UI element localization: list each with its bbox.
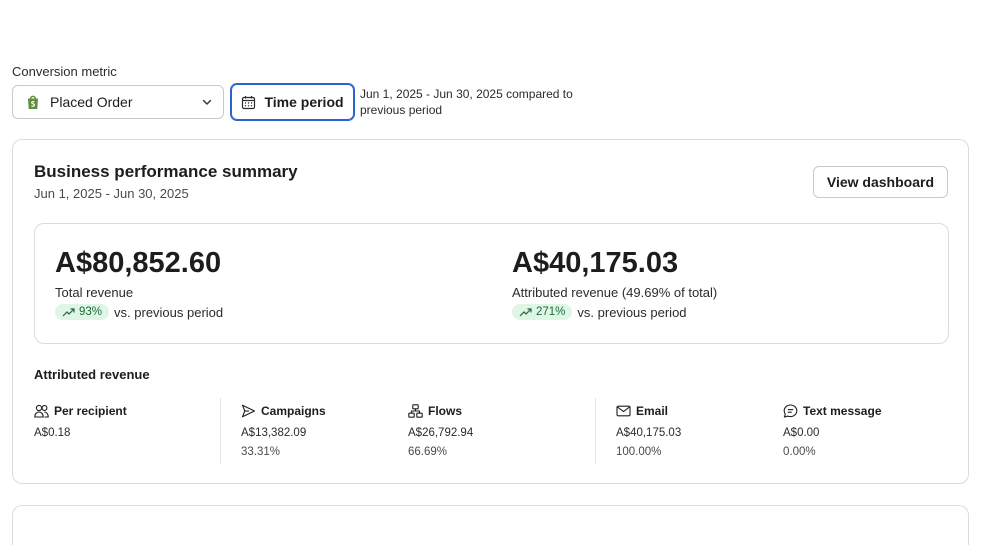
stat-label: Email: [636, 404, 669, 418]
people-icon: [34, 404, 49, 418]
time-period-button[interactable]: Time period: [230, 83, 355, 121]
stat-header: Campaigns: [241, 404, 326, 418]
stat-percent: 33.31%: [241, 446, 281, 458]
stat-value: A$40,175.03: [616, 427, 682, 439]
stat-label: Per recipient: [54, 404, 127, 418]
total-revenue-change: 93% vs. previous period: [55, 304, 223, 320]
change-suffix: vs. previous period: [577, 304, 687, 320]
conversion-metric-select[interactable]: Placed Order: [12, 85, 224, 119]
stat-header: Per recipient: [34, 404, 127, 418]
flow-icon: [408, 404, 423, 418]
stat-value: A$13,382.09: [241, 427, 307, 439]
divider: [220, 398, 221, 464]
stat-label: Flows: [428, 404, 463, 418]
attributed-revenue-title: Attributed revenue: [34, 367, 150, 382]
conversion-metric-label: Conversion metric: [12, 64, 117, 79]
total-revenue-block: A$80,852.60 Total revenue 93% vs. previo…: [55, 246, 223, 320]
trend-up-icon: [519, 308, 532, 317]
next-card-edge: [12, 505, 969, 545]
stat-per-recipient: Per recipient A$0.18: [34, 404, 127, 439]
stat-value: A$26,792.94: [408, 427, 474, 439]
stat-value: A$0.00: [783, 427, 820, 439]
shopify-bag-icon: [28, 95, 38, 109]
view-dashboard-button[interactable]: View dashboard: [812, 166, 948, 198]
sms-icon: [783, 404, 798, 418]
attributed-revenue-block: A$40,175.03 Attributed revenue (49.69% o…: [512, 246, 717, 320]
stat-email: Email A$40,175.03 100.00%: [616, 404, 681, 458]
chevron-down-icon: [202, 99, 212, 105]
calendar-icon: [242, 95, 256, 109]
change-value: 93%: [79, 306, 103, 318]
revenue-summary-box: A$80,852.60 Total revenue 93% vs. previo…: [34, 223, 949, 344]
page: Conversion metric Placed Order Time peri…: [0, 0, 1000, 560]
change-badge: 271%: [512, 304, 573, 320]
stat-percent: 0.00%: [783, 446, 816, 458]
stat-percent: 66.69%: [408, 446, 448, 458]
period-description: Jun 1, 2025 - Jun 30, 2025 compared to p…: [360, 87, 573, 117]
conversion-metric-value: Placed Order: [50, 94, 133, 110]
trend-up-icon: [62, 308, 75, 317]
stat-value: A$0.18: [34, 427, 71, 439]
stat-flows: Flows A$26,792.94 66.69%: [408, 404, 473, 458]
stat-header: Flows: [408, 404, 473, 418]
mail-icon: [616, 405, 631, 417]
stat-label: Text message: [803, 404, 882, 418]
stat-header: Email: [616, 404, 681, 418]
stat-label: Campaigns: [261, 404, 326, 418]
attributed-revenue-amount: A$40,175.03: [512, 247, 679, 279]
stat-header: Text message: [783, 404, 882, 418]
change-value: 271%: [536, 306, 566, 318]
card-date-range: Jun 1, 2025 - Jun 30, 2025: [34, 186, 189, 201]
time-period-label: Time period: [264, 94, 344, 110]
stat-percent: 100.00%: [616, 446, 662, 458]
change-badge: 93%: [55, 304, 110, 320]
stat-text-message: Text message A$0.00 0.00%: [783, 404, 882, 458]
stat-campaigns: Campaigns A$13,382.09 33.31%: [241, 404, 326, 458]
divider: [595, 398, 596, 464]
total-revenue-amount: A$80,852.60: [55, 247, 222, 279]
send-icon: [241, 404, 256, 418]
business-performance-card: Business performance summary Jun 1, 2025…: [12, 139, 969, 484]
attributed-revenue-change: 271% vs. previous period: [512, 304, 717, 320]
card-title: Business performance summary: [34, 162, 298, 181]
change-suffix: vs. previous period: [114, 304, 224, 320]
attributed-revenue-label: Attributed revenue (49.69% of total): [512, 285, 718, 300]
total-revenue-label: Total revenue: [55, 285, 134, 300]
